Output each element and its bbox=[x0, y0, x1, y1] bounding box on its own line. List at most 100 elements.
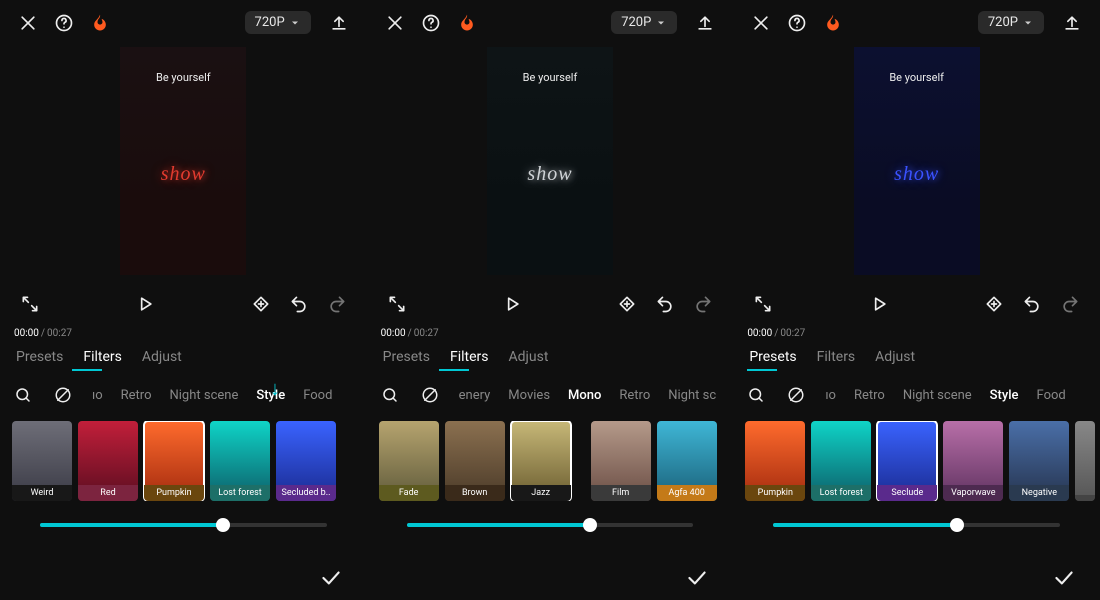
timecode: 00:00 / 00:27 bbox=[0, 323, 367, 343]
category-item[interactable]: enery bbox=[459, 388, 491, 403]
category-item[interactable]: Movies bbox=[508, 388, 550, 403]
slider-knob[interactable] bbox=[216, 518, 230, 532]
category-item[interactable]: Style bbox=[990, 388, 1019, 403]
none-filter-icon[interactable] bbox=[52, 379, 74, 411]
preview-show-text: show bbox=[487, 163, 613, 186]
resolution-select[interactable]: 720P bbox=[245, 11, 311, 34]
category-item[interactable]: Mono bbox=[568, 388, 601, 403]
time-current: 00:00 bbox=[381, 328, 406, 339]
help-icon[interactable] bbox=[48, 7, 80, 39]
resolution-select[interactable]: 720P bbox=[978, 11, 1044, 34]
time-total: 00:27 bbox=[47, 328, 72, 339]
keyframe-icon[interactable] bbox=[978, 288, 1010, 320]
filter-thumbnail[interactable]: Pumpkin bbox=[745, 421, 805, 501]
tab-filters[interactable]: Filters bbox=[817, 349, 856, 365]
fullscreen-icon[interactable] bbox=[14, 288, 46, 320]
tab-presets[interactable]: Presets bbox=[16, 349, 63, 365]
fullscreen-icon[interactable] bbox=[747, 288, 779, 320]
export-icon[interactable] bbox=[323, 7, 355, 39]
filter-thumbnail[interactable]: Fade bbox=[379, 421, 439, 501]
undo-icon[interactable] bbox=[283, 288, 315, 320]
fullscreen-icon[interactable] bbox=[381, 288, 413, 320]
close-icon[interactable] bbox=[12, 7, 44, 39]
help-icon[interactable] bbox=[781, 7, 813, 39]
filter-thumbnail[interactable] bbox=[1075, 421, 1095, 501]
filter-thumbnails: FadeBrownJazz FilmAgfa 400 bbox=[367, 421, 734, 501]
redo-icon[interactable] bbox=[321, 288, 353, 320]
intensity-slider[interactable] bbox=[40, 523, 327, 527]
play-button[interactable] bbox=[863, 288, 895, 320]
play-button[interactable] bbox=[496, 288, 528, 320]
preview-frame[interactable]: Be yourselfshow bbox=[854, 47, 980, 275]
top-bar: 720P bbox=[733, 0, 1100, 45]
preview-caption: Be yourself bbox=[854, 71, 980, 84]
preview-frame[interactable]: Be yourself show bbox=[487, 47, 613, 275]
keyframe-icon[interactable] bbox=[611, 288, 643, 320]
preview-frame[interactable]: Be yourselfshow bbox=[120, 47, 246, 275]
category-item[interactable]: Retro bbox=[619, 388, 650, 403]
filter-thumbnail[interactable]: Secluded b.. bbox=[276, 421, 336, 501]
search-icon[interactable] bbox=[12, 379, 34, 411]
intensity-slider[interactable] bbox=[773, 523, 1060, 527]
filter-thumbnail[interactable]: Pumpkin bbox=[144, 421, 204, 501]
undo-icon[interactable] bbox=[649, 288, 681, 320]
filter-thumbnail[interactable]: Lost forest bbox=[210, 421, 270, 501]
tab-filters[interactable]: Filters bbox=[450, 349, 489, 365]
category-item[interactable]: Night scene bbox=[903, 388, 972, 403]
play-button[interactable] bbox=[129, 288, 161, 320]
category-item[interactable]: Food bbox=[303, 388, 332, 403]
redo-icon[interactable] bbox=[687, 288, 719, 320]
category-item[interactable]: Night sc bbox=[668, 388, 716, 403]
export-icon[interactable] bbox=[1056, 7, 1088, 39]
fire-icon[interactable] bbox=[817, 7, 849, 39]
intensity-slider-wrap bbox=[733, 501, 1100, 527]
export-icon[interactable] bbox=[689, 7, 721, 39]
confirm-button[interactable] bbox=[1048, 562, 1080, 594]
filter-thumbnail[interactable]: Lost forest bbox=[811, 421, 871, 501]
confirm-button[interactable] bbox=[315, 562, 347, 594]
filter-thumbnail[interactable]: Agfa 400 bbox=[657, 421, 717, 501]
tab-adjust[interactable]: Adjust bbox=[509, 349, 549, 365]
tab-presets[interactable]: Presets bbox=[383, 349, 430, 365]
slider-knob[interactable] bbox=[583, 518, 597, 532]
tab-presets[interactable]: Presets bbox=[749, 349, 796, 365]
fire-icon[interactable] bbox=[451, 7, 483, 39]
tab-adjust[interactable]: Adjust bbox=[142, 349, 182, 365]
filter-thumbnail[interactable]: Vaporwave bbox=[943, 421, 1003, 501]
category-item[interactable]: ıo bbox=[92, 388, 103, 403]
confirm-button[interactable] bbox=[681, 562, 713, 594]
filter-thumbnail[interactable]: Red bbox=[78, 421, 138, 501]
none-filter-icon[interactable] bbox=[419, 379, 441, 411]
filter-thumbnail[interactable]: Brown bbox=[445, 421, 505, 501]
tab-adjust[interactable]: Adjust bbox=[875, 349, 915, 365]
search-icon[interactable] bbox=[379, 379, 401, 411]
resolution-label: 720P bbox=[988, 15, 1018, 30]
slider-knob[interactable] bbox=[950, 518, 964, 532]
confirm-row bbox=[315, 562, 347, 594]
fire-icon[interactable] bbox=[84, 7, 116, 39]
redo-icon[interactable] bbox=[1054, 288, 1086, 320]
undo-icon[interactable] bbox=[1016, 288, 1048, 320]
none-filter-icon[interactable] bbox=[785, 379, 807, 411]
filter-thumbnail[interactable]: Weird bbox=[12, 421, 72, 501]
filter-thumbnail[interactable]: Jazz bbox=[511, 421, 571, 501]
filter-thumbnail[interactable] bbox=[577, 421, 585, 501]
category-item[interactable]: Retro bbox=[121, 388, 152, 403]
close-icon[interactable] bbox=[379, 7, 411, 39]
filter-thumbnail[interactable]: Film bbox=[591, 421, 651, 501]
search-icon[interactable] bbox=[745, 379, 767, 411]
preview-caption: Be yourself bbox=[487, 71, 613, 84]
keyframe-icon[interactable] bbox=[245, 288, 277, 320]
category-item[interactable]: Food bbox=[1037, 388, 1066, 403]
confirm-row bbox=[681, 562, 713, 594]
tab-filters[interactable]: Filters bbox=[83, 349, 122, 365]
category-item[interactable]: ıo bbox=[825, 388, 836, 403]
filter-thumbnail[interactable]: Seclude bbox=[877, 421, 937, 501]
category-item[interactable]: Retro bbox=[854, 388, 885, 403]
category-item[interactable]: Night scene bbox=[170, 388, 239, 403]
help-icon[interactable] bbox=[415, 7, 447, 39]
intensity-slider[interactable] bbox=[407, 523, 694, 527]
filter-thumbnail[interactable]: Negative bbox=[1009, 421, 1069, 501]
close-icon[interactable] bbox=[745, 7, 777, 39]
resolution-select[interactable]: 720P bbox=[611, 11, 677, 34]
